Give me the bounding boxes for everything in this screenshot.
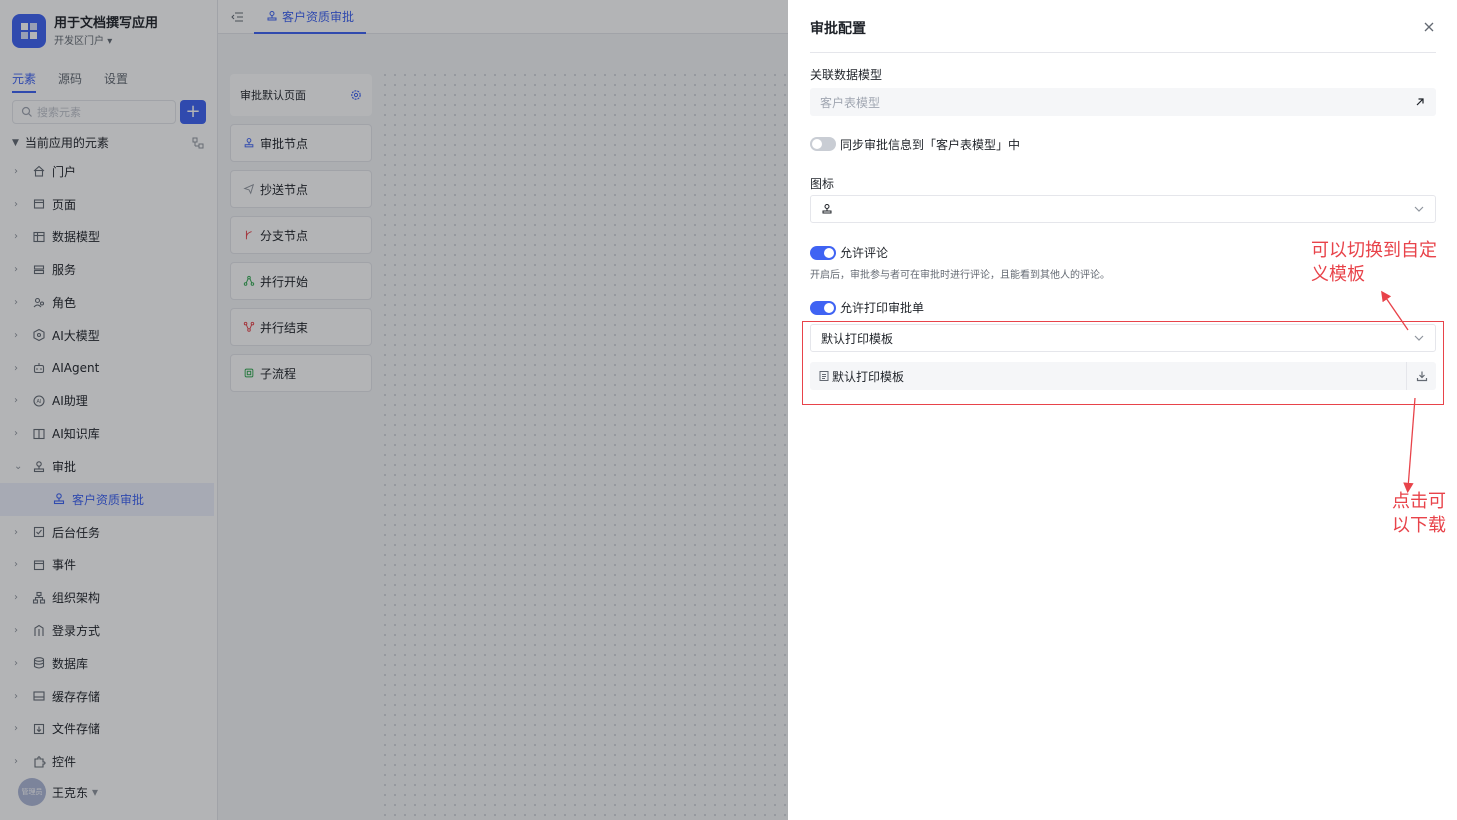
stamp-icon [822,204,832,214]
approval-config-drawer: 审批配置 关联数据模型 客户表模型 同步审批信息到「客户表模型」中 图标 允许评… [788,0,1457,820]
sync-toggle[interactable] [810,137,836,151]
divider [810,52,1436,53]
annotation-line: 点击可 [1392,491,1446,512]
external-link-icon[interactable] [1414,96,1426,108]
annotation-download-note: 点击可 以下载 [1392,490,1446,538]
modal-overlay[interactable] [0,0,788,820]
annotation-switch-note: 可以切换到自定 义模板 [1311,239,1437,287]
chevron-down-icon [1414,206,1424,212]
sync-label: 同步审批信息到「客户表模型」中 [840,138,1021,152]
close-icon[interactable] [1422,20,1436,34]
annotation-line: 义模板 [1311,264,1365,285]
model-value: 客户表模型 [820,95,881,110]
allow-print-toggle[interactable] [810,301,836,315]
model-label: 关联数据模型 [810,68,883,82]
annotation-highlight-box [802,321,1444,405]
model-field[interactable]: 客户表模型 [810,88,1436,116]
annotation-line: 可以切换到自定 [1311,240,1437,261]
icon-select[interactable] [810,195,1436,223]
allow-comment-toggle[interactable] [810,246,836,260]
drawer-title: 审批配置 [810,21,866,37]
icon-label: 图标 [810,177,835,191]
allow-comment-label: 允许评论 [840,246,889,260]
allow-print-label: 允许打印审批单 [840,301,925,315]
annotation-line: 以下载 [1392,515,1446,536]
comment-hint: 开启后，审批参与者可在审批时进行评论，且能看到其他人的评论。 [810,270,1110,281]
